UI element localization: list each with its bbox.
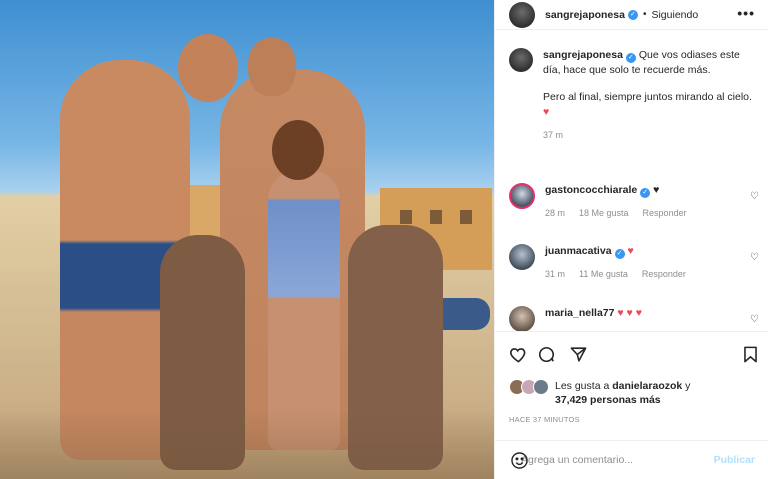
caption-line-2: Pero al final, siempre juntos mirando al… — [543, 91, 752, 103]
add-comment-box: Agrega un comentario... Publicar — [495, 440, 768, 479]
comment-item: juanmacativa ✓ ♥ 31 m 11 Me gusta Respond… — [509, 244, 759, 281]
comment-reply-button[interactable]: Responder — [642, 267, 686, 281]
verified-badge-icon: ✓ — [614, 249, 625, 259]
heart-emoji-icon: ♥ — [543, 106, 550, 118]
comment-like-icon[interactable]: ♡ — [750, 252, 759, 263]
post-photo[interactable] — [0, 0, 494, 479]
comment-body: maria_nella77 ♥ ♥ ♥ — [545, 306, 735, 332]
likes-prefix: Les gusta a — [555, 380, 613, 392]
comment-username[interactable]: juanmacativa — [545, 245, 612, 257]
verified-badge-icon: ✓ — [640, 188, 651, 198]
comment-input[interactable]: Agrega un comentario... — [521, 454, 633, 466]
post-side-panel: sangrejaponesa ✓ • Siguiendo ••• sangrej… — [494, 0, 768, 479]
photo-man-left-head — [178, 34, 238, 102]
comment-text: ♥ — [653, 184, 660, 196]
comment-bubble-icon[interactable] — [535, 343, 557, 365]
photo-girl — [268, 170, 340, 450]
bookmark-icon[interactable] — [739, 343, 761, 365]
comment-avatar[interactable] — [509, 183, 535, 209]
comment-body: gastoncocchiarale ✓ ♥ 28 m 18 Me gusta Re… — [545, 183, 735, 220]
comment-body: juanmacativa ✓ ♥ 31 m 11 Me gusta Respond… — [545, 244, 735, 281]
caption-text: sangrejaponesa ✓ Que vos odiases este día… — [543, 48, 755, 143]
caption-avatar[interactable] — [509, 48, 533, 72]
comment-avatar[interactable] — [509, 306, 535, 332]
photo-girl-head — [272, 120, 324, 180]
comment-reply-button[interactable]: Responder — [643, 206, 687, 220]
comment-text: ♥ — [627, 245, 634, 257]
publish-button[interactable]: Publicar — [714, 454, 755, 466]
post-actions — [509, 343, 759, 365]
comment-like-icon[interactable]: ♡ — [750, 191, 759, 202]
comment-likes[interactable]: 11 Me gusta — [579, 267, 628, 281]
post-caption: sangrejaponesa ✓ Que vos odiases este día… — [509, 48, 759, 143]
liker-avatars — [509, 379, 551, 395]
likes-summary: Les gusta a danielaraozok y 37,429 perso… — [509, 379, 759, 407]
more-options-icon[interactable]: ••• — [737, 5, 755, 21]
emoji-icon[interactable] — [509, 450, 529, 470]
heart-outline-icon[interactable] — [507, 343, 529, 365]
liker-username[interactable]: danielaraozok — [612, 380, 682, 392]
paper-plane-icon[interactable] — [567, 343, 589, 365]
comment-time: 28 m — [545, 208, 566, 218]
comment-avatar[interactable] — [509, 244, 535, 270]
comment-item: gastoncocchiarale ✓ ♥ 28 m 18 Me gusta Re… — [509, 183, 759, 220]
actions-divider — [495, 331, 768, 332]
likes-suffix: y — [682, 380, 691, 392]
post-header: sangrejaponesa ✓ • Siguiendo ••• — [495, 0, 768, 30]
author-info: sangrejaponesa ✓ • Siguiendo — [545, 9, 698, 21]
comment-time: 31 m — [545, 269, 566, 279]
separator-dot: • — [642, 9, 647, 20]
comment-likes[interactable]: 18 Me gusta — [579, 206, 629, 220]
photo-man-center-head — [248, 38, 296, 96]
author-avatar[interactable] — [509, 1, 535, 28]
likes-count[interactable]: 37,429 personas más — [555, 394, 661, 406]
instagram-post: sangrejaponesa ✓ • Siguiendo ••• sangrej… — [0, 0, 768, 479]
comment-text: ♥ ♥ ♥ — [617, 307, 642, 319]
comment-username[interactable]: maria_nella77 — [545, 307, 614, 319]
photo-shade — [0, 409, 494, 479]
author-username[interactable]: sangrejaponesa — [545, 9, 625, 21]
verified-badge-icon: ✓ — [625, 53, 636, 63]
comment-meta: 28 m 18 Me gusta Responder — [545, 206, 735, 220]
likes-text: Les gusta a danielaraozok y 37,429 perso… — [555, 379, 690, 407]
following-button[interactable]: Siguiendo — [651, 9, 698, 21]
post-time-ago: HACE 37 MINUTOS — [509, 415, 580, 424]
comment-username[interactable]: gastoncocchiarale — [545, 184, 637, 196]
comment-item: maria_nella77 ♥ ♥ ♥ ♡ — [509, 306, 759, 332]
caption-time: 37 m — [543, 130, 564, 140]
comment-like-icon[interactable]: ♡ — [750, 314, 759, 325]
verified-badge-icon: ✓ — [627, 9, 638, 20]
comment-meta: 31 m 11 Me gusta Responder — [545, 267, 735, 281]
caption-username[interactable]: sangrejaponesa — [543, 49, 623, 61]
